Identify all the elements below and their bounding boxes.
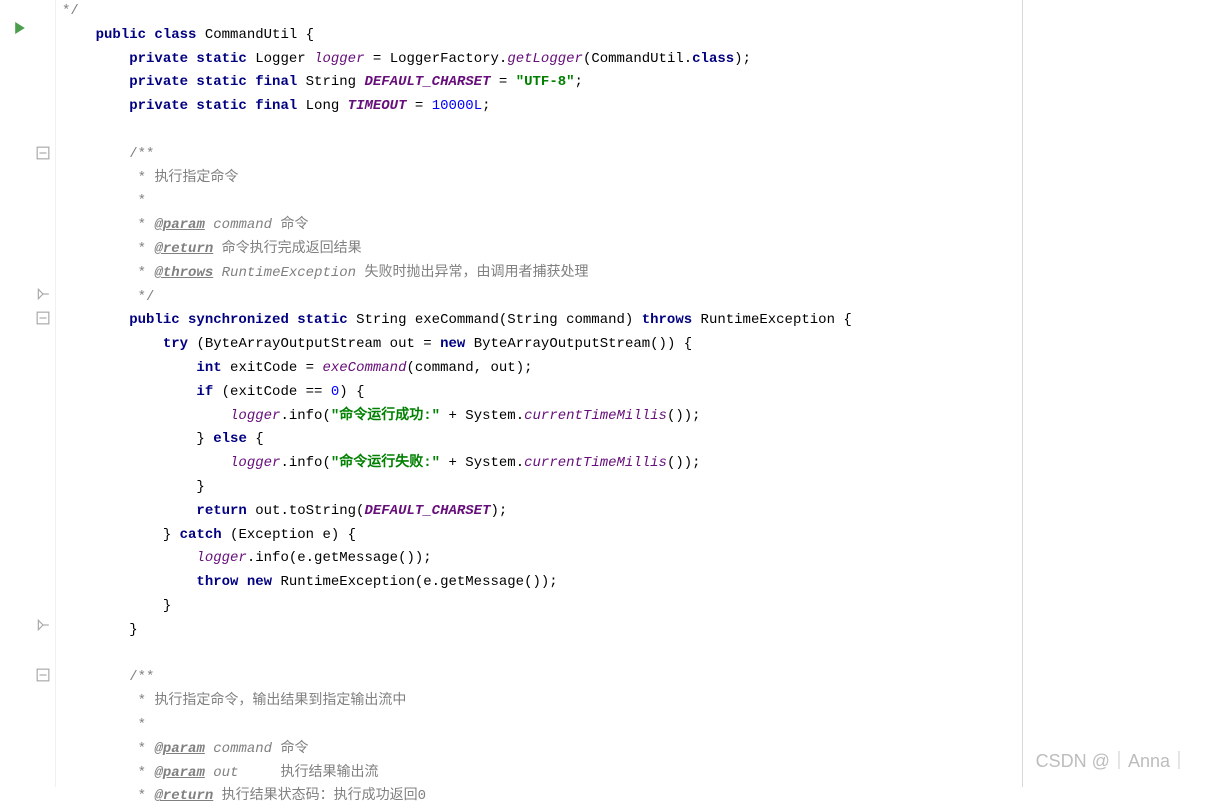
code-line[interactable]: logger.info("命令运行失败:" + System.currentTi… xyxy=(62,452,1206,476)
watermark: CSDN @｜Anna｜ xyxy=(1036,747,1188,773)
code-line[interactable]: * 执行指定命令 xyxy=(62,167,1206,191)
run-gutter-icon[interactable] xyxy=(14,22,28,36)
code-line[interactable]: * @throws RuntimeException 失败时抛出异常，由调用者捕… xyxy=(62,262,1206,286)
code-line[interactable]: * @param command 命令 xyxy=(62,214,1206,238)
code-line[interactable]: int exitCode = exeCommand(command, out); xyxy=(62,357,1206,381)
right-margin-guide xyxy=(1022,0,1023,787)
code-line[interactable]: public class CommandUtil { xyxy=(62,24,1206,48)
code-line[interactable]: } xyxy=(62,595,1206,619)
code-line[interactable]: */ xyxy=(62,0,1206,24)
code-line[interactable]: public synchronized static String exeCom… xyxy=(62,309,1206,333)
code-line[interactable]: /** xyxy=(62,666,1206,690)
code-line[interactable]: throw new RuntimeException(e.getMessage(… xyxy=(62,571,1206,595)
code-line[interactable]: /** xyxy=(62,143,1206,167)
code-line[interactable]: private static final String DEFAULT_CHAR… xyxy=(62,71,1206,95)
fold-close-icon[interactable] xyxy=(36,618,50,632)
code-line[interactable]: * 执行指定命令，输出结果到指定输出流中 xyxy=(62,690,1206,714)
code-line[interactable]: */ xyxy=(62,286,1206,310)
code-line[interactable] xyxy=(62,119,1206,143)
code-line[interactable]: } else { xyxy=(62,428,1206,452)
code-line[interactable] xyxy=(62,643,1206,667)
code-line[interactable]: * @param command 命令 xyxy=(62,738,1206,762)
code-line[interactable]: * xyxy=(62,714,1206,738)
code-line[interactable]: private static Logger logger = LoggerFac… xyxy=(62,48,1206,72)
gutter[interactable] xyxy=(0,0,56,787)
code-line[interactable]: logger.info("命令运行成功:" + System.currentTi… xyxy=(62,405,1206,429)
code-line[interactable]: logger.info(e.getMessage()); xyxy=(62,547,1206,571)
code-line[interactable]: * @param out 执行结果输出流 xyxy=(62,762,1206,786)
code-line[interactable]: } xyxy=(62,619,1206,643)
fold-close-icon[interactable] xyxy=(36,287,50,301)
fold-open-icon[interactable] xyxy=(36,311,50,325)
code-line[interactable]: if (exitCode == 0) { xyxy=(62,381,1206,405)
code-line[interactable]: try (ByteArrayOutputStream out = new Byt… xyxy=(62,333,1206,357)
code-area[interactable]: */ public class CommandUtil { private st… xyxy=(56,0,1206,787)
code-line[interactable]: private static final Long TIMEOUT = 1000… xyxy=(62,95,1206,119)
code-editor: */ public class CommandUtil { private st… xyxy=(0,0,1206,787)
code-line[interactable]: * xyxy=(62,190,1206,214)
code-line[interactable]: * @return 执行结果状态码：执行成功返回0 xyxy=(62,785,1206,809)
code-line[interactable]: return out.toString(DEFAULT_CHARSET); xyxy=(62,500,1206,524)
fold-open-icon[interactable] xyxy=(36,146,50,160)
fold-open-icon[interactable] xyxy=(36,668,50,682)
code-line[interactable]: * @return 命令执行完成返回结果 xyxy=(62,238,1206,262)
code-line[interactable]: } xyxy=(62,476,1206,500)
code-line[interactable]: } catch (Exception e) { xyxy=(62,524,1206,548)
